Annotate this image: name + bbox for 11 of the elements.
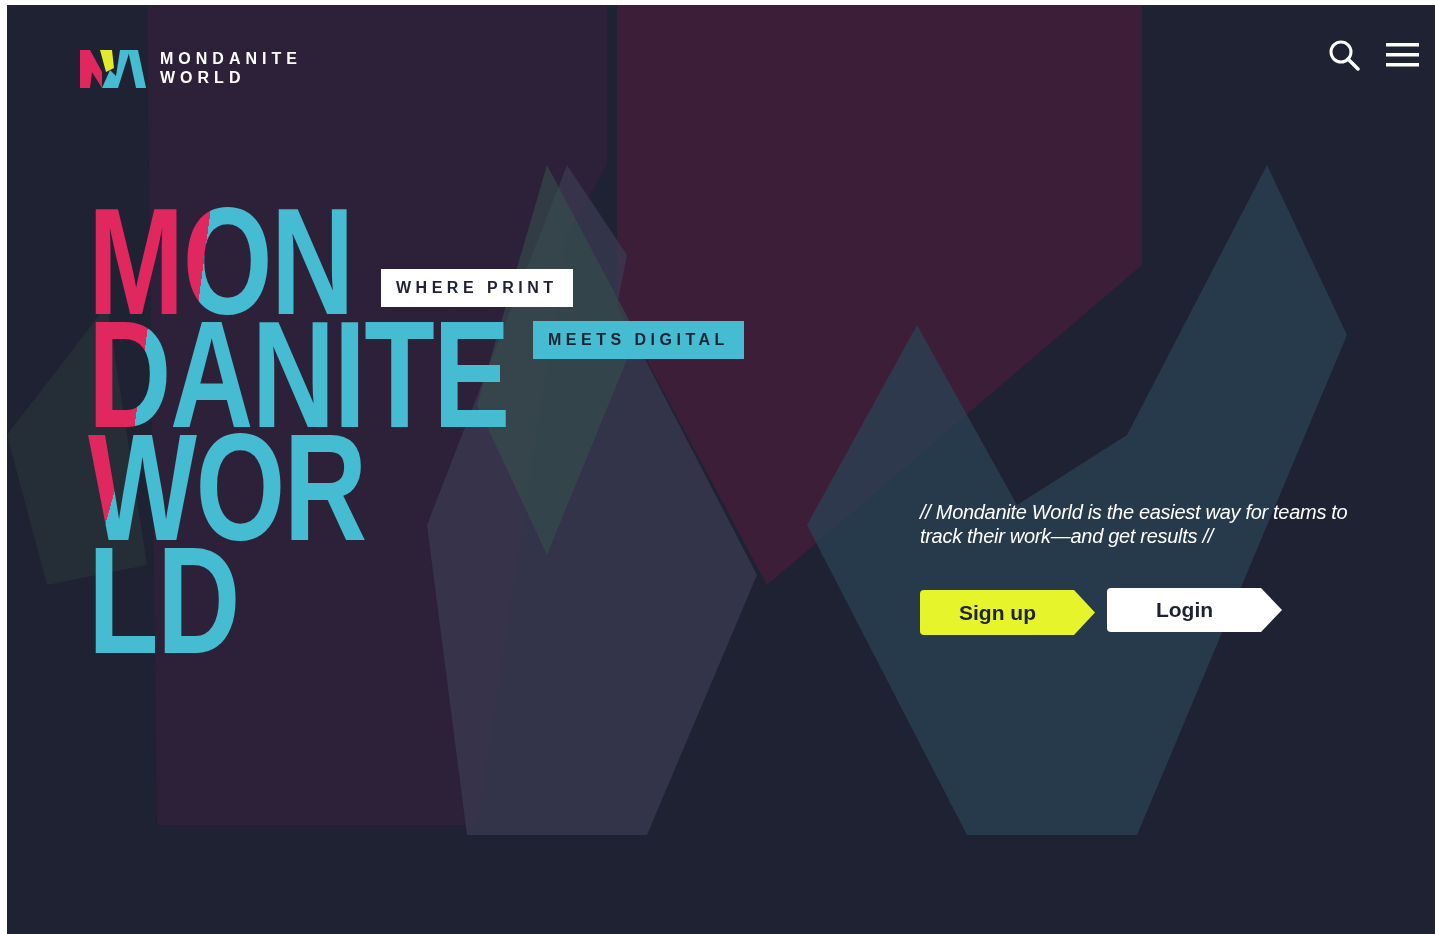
signup-button[interactable]: Sign up	[920, 590, 1095, 635]
menu-icon[interactable]	[1386, 42, 1419, 68]
search-icon[interactable]	[1328, 39, 1360, 71]
tagline-text: // Mondanite World is the easiest way for teams to track their work—and get results //	[920, 500, 1349, 548]
hero-tag: MEETS DIGITAL	[533, 321, 744, 359]
hero-tag: WHERE PRINT	[381, 269, 573, 307]
login-button[interactable]: Login	[1107, 588, 1282, 632]
logo-text: MONDANITE	[160, 49, 302, 68]
hero-title: WOR	[88, 431, 366, 544]
logo-text: WORLD	[160, 68, 247, 87]
logo-icon[interactable]	[80, 48, 146, 88]
